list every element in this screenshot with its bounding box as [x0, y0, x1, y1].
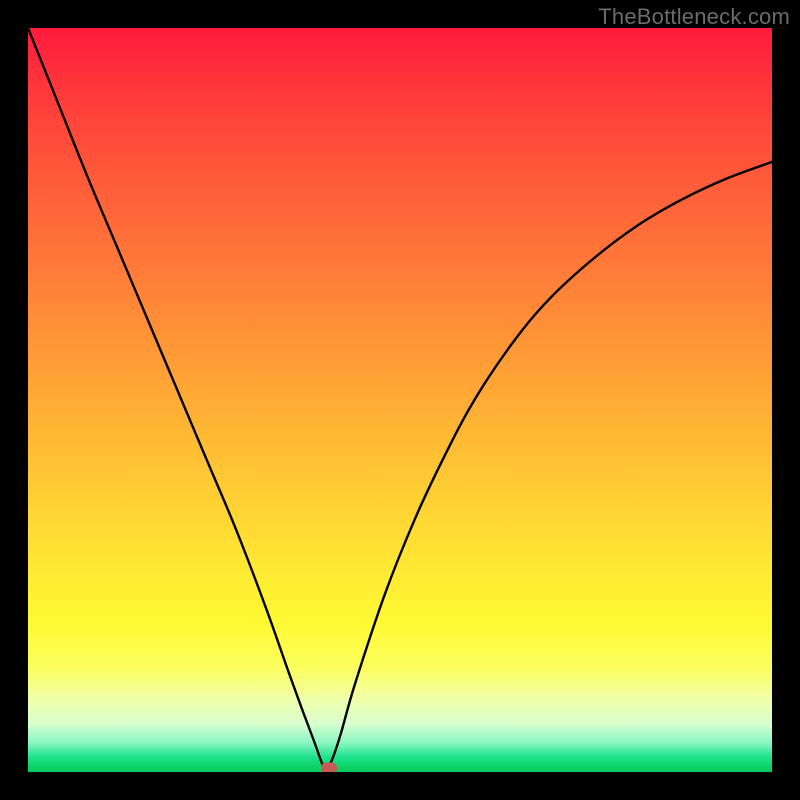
- bottleneck-curve: [28, 28, 772, 772]
- plot-area: [28, 28, 772, 772]
- watermark-text: TheBottleneck.com: [598, 4, 790, 30]
- optimal-point-marker: [321, 762, 337, 772]
- chart-frame: TheBottleneck.com: [0, 0, 800, 800]
